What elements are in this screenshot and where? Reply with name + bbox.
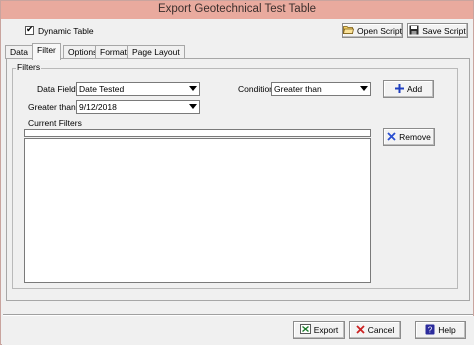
cancel-label: Cancel xyxy=(367,325,395,335)
svg-text:?: ? xyxy=(428,325,433,334)
cancel-button[interactable]: Cancel xyxy=(349,321,401,339)
chevron-down-icon[interactable] xyxy=(187,101,199,113)
current-filters-label: Current Filters xyxy=(28,118,82,128)
folder-open-icon xyxy=(343,25,355,36)
condition-select[interactable]: Greater than xyxy=(271,82,371,96)
dynamic-table-label: Dynamic Table xyxy=(38,26,94,36)
window-title: Export Geotechnical Test Table xyxy=(157,3,317,15)
greater-than-value: 9/12/2018 xyxy=(79,102,117,112)
tab-page-layout[interactable]: Page Layout xyxy=(127,45,185,59)
save-script-label: Save Script xyxy=(422,25,466,36)
data-field-label: Data Field: xyxy=(37,84,79,94)
export-label: Export xyxy=(313,325,339,335)
checkmark-icon: ✔ xyxy=(26,24,34,34)
data-field-select[interactable]: Date Tested xyxy=(76,82,200,96)
chevron-down-icon[interactable] xyxy=(187,83,199,95)
open-script-button[interactable]: Open Script xyxy=(342,23,403,38)
help-label: Help xyxy=(438,325,456,335)
dynamic-table-checkbox[interactable]: ✔ xyxy=(25,24,34,35)
current-filters-header xyxy=(24,129,371,137)
title-bar: Export Geotechnical Test Table xyxy=(1,1,473,19)
footer-bar xyxy=(2,316,474,345)
help-question-icon: ? xyxy=(425,324,435,337)
help-button[interactable]: ? Help xyxy=(415,321,466,339)
tab-filter[interactable]: Filter xyxy=(32,43,61,60)
tab-data-label: Data xyxy=(10,47,28,57)
tab-format-label: Format xyxy=(100,47,127,57)
filters-group-label: Filters xyxy=(16,62,42,72)
tab-filter-label: Filter xyxy=(37,45,56,55)
remove-filter-button[interactable]: Remove xyxy=(383,128,435,146)
export-button[interactable]: Export xyxy=(293,321,345,339)
add-label: Add xyxy=(406,84,423,94)
chevron-down-icon[interactable] xyxy=(358,83,370,95)
export-icon xyxy=(299,324,311,336)
greater-than-date-picker[interactable]: 9/12/2018 xyxy=(76,100,200,114)
add-filter-button[interactable]: Add xyxy=(383,80,434,98)
tab-data[interactable]: Data xyxy=(5,45,33,59)
data-field-value: Date Tested xyxy=(79,84,125,94)
tab-page-layout-label: Page Layout xyxy=(132,47,180,57)
tab-options-label: Options xyxy=(68,47,98,57)
condition-value: Greater than xyxy=(274,84,322,94)
floppy-disk-icon xyxy=(409,25,419,37)
current-filters-list[interactable] xyxy=(24,138,371,283)
x-remove-icon xyxy=(387,131,396,143)
greater-than-label: Greater than: xyxy=(28,102,79,112)
open-script-label: Open Script xyxy=(357,25,402,36)
plus-icon xyxy=(394,83,404,95)
condition-label: Condition xyxy=(238,84,274,94)
remove-label: Remove xyxy=(399,132,431,142)
cancel-x-icon xyxy=(356,324,365,336)
save-script-button[interactable]: Save Script xyxy=(407,23,468,38)
export-dialog: Export Geotechnical Test Table ✔ Dynamic… xyxy=(0,0,474,345)
